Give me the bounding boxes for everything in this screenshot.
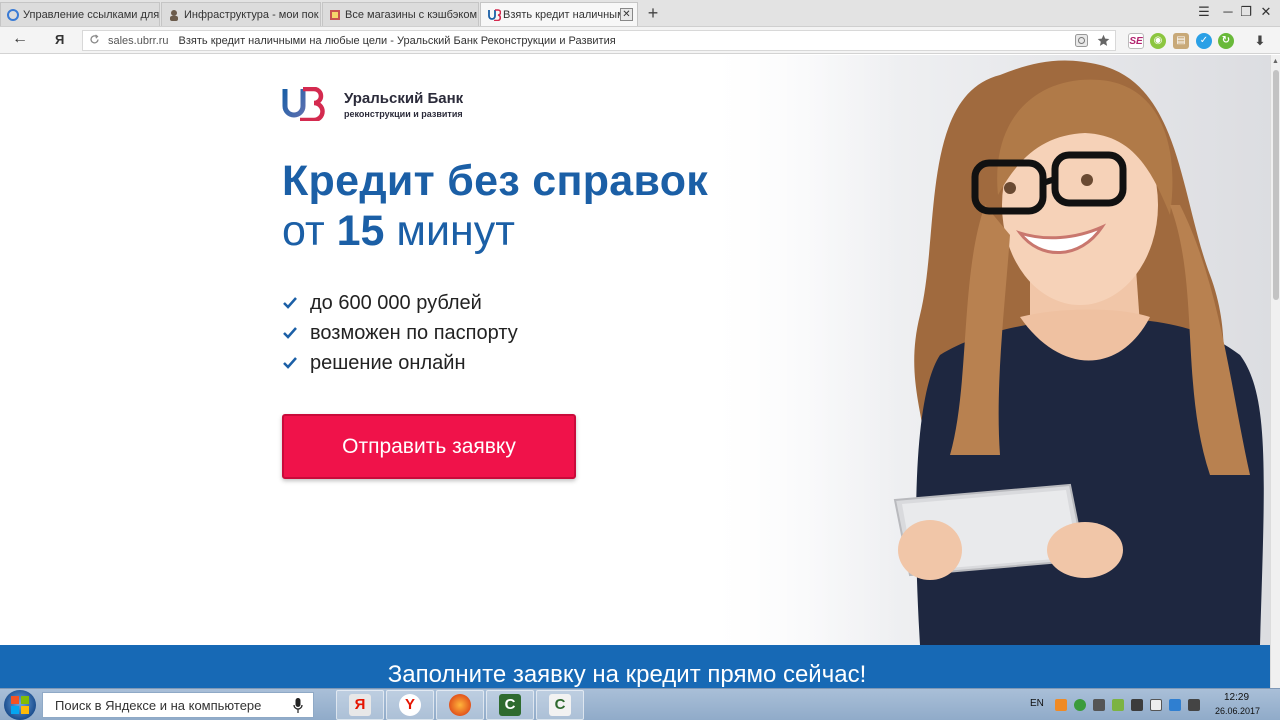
scrollbar-thumb[interactable] — [1273, 70, 1279, 300]
hero-fade — [700, 55, 900, 645]
windows-taskbar: Поиск в Яндексе и на компьютере Я Y C C … — [0, 688, 1280, 720]
feature-text: возможен по паспорту — [310, 321, 518, 344]
notes-extension-icon[interactable]: ▤ — [1173, 33, 1189, 49]
address-bar[interactable]: sales.ubrr.ru Взять кредит наличными на … — [82, 30, 1116, 51]
check-extension-icon[interactable]: ✓ — [1196, 33, 1212, 49]
application-band-title: Заполните заявку на кредит прямо сейчас! — [387, 661, 867, 688]
scroll-up-icon[interactable]: ▲ — [1272, 58, 1279, 65]
tab-label: Инфраструктура - мои пок — [184, 8, 319, 21]
windows-logo-icon — [11, 696, 29, 714]
yandex-icon: Я — [349, 694, 371, 716]
tab-label: Взять кредит наличными — [503, 8, 631, 21]
feature-list: до 600 000 рублей возможен по паспорту р… — [282, 288, 518, 378]
feature-item: возможен по паспорту — [282, 318, 518, 348]
start-button[interactable] — [4, 690, 36, 720]
tray-sync-icon[interactable] — [1074, 699, 1086, 711]
taskbar-yandex-browser[interactable]: Y — [386, 690, 434, 720]
bank-logo[interactable]: Уральский Банк реконструкции и развития — [282, 85, 492, 125]
translate-icon[interactable] — [1075, 34, 1089, 48]
tray-android-icon[interactable] — [1112, 699, 1124, 711]
submit-application-button[interactable]: Отправить заявку — [282, 414, 576, 479]
close-tab-icon[interactable]: ✕ — [620, 8, 633, 21]
menu-icon[interactable]: ☰ — [1194, 4, 1214, 20]
headline-prefix: от — [282, 207, 337, 255]
checkmark-icon — [283, 357, 297, 369]
feature-item: до 600 000 рублей — [282, 288, 518, 318]
user-icon — [168, 9, 180, 21]
tab-1[interactable]: Управление ссылками для — [0, 2, 160, 26]
link-manager-icon — [7, 8, 19, 21]
ubrr-logo-icon — [282, 87, 325, 121]
close-window-icon[interactable]: ✕ — [1256, 4, 1276, 20]
seo-extension-icon[interactable]: SE — [1128, 33, 1144, 49]
restore-icon[interactable]: ❐ — [1236, 4, 1256, 20]
ubrr-favicon-icon — [487, 8, 502, 21]
minimize-icon[interactable]: ─ — [1218, 4, 1238, 19]
tab-2[interactable]: Инфраструктура - мои пок — [161, 2, 321, 26]
taskbar-camtasia-1[interactable]: C — [486, 690, 534, 720]
clock-time[interactable]: 12:29 — [1224, 692, 1249, 703]
checkmark-icon — [283, 327, 297, 339]
bank-name: Уральский Банк — [344, 90, 464, 107]
new-tab-button[interactable]: + — [644, 3, 662, 23]
taskbar-camtasia-2[interactable]: C — [536, 690, 584, 720]
headline-suffix: минут — [384, 207, 515, 255]
yandex-home-button[interactable]: Я — [55, 32, 64, 47]
tray-network-icon[interactable] — [1169, 699, 1181, 711]
hero-woman-image — [893, 60, 1264, 645]
clock-date[interactable]: 26.06.2017 — [1215, 706, 1260, 716]
taskbar-yandex-app[interactable]: Я — [336, 690, 384, 720]
refresh-extension-icon[interactable]: ↻ — [1218, 33, 1234, 49]
feature-text: решение онлайн — [310, 351, 466, 374]
taskbar-firefox[interactable] — [436, 690, 484, 720]
feature-item: решение онлайн — [282, 348, 518, 378]
headline-number: 15 — [336, 207, 385, 255]
checkmark-icon — [283, 297, 297, 309]
camtasia-icon: C — [499, 694, 521, 716]
page-scrollbar[interactable]: ▲ — [1270, 55, 1280, 688]
bank-subtitle: реконструкции и развития — [344, 109, 463, 119]
microphone-icon[interactable] — [293, 698, 303, 713]
firefox-icon — [449, 694, 471, 716]
browser-nav-bar: ← Я sales.ubrr.ru Взять кредит наличными… — [0, 27, 1280, 54]
yandex-browser-icon: Y — [399, 694, 421, 716]
tab-4-active[interactable]: Взять кредит наличными ✕ — [480, 2, 638, 26]
tab-3[interactable]: Все магазины с кэшбэком - — [322, 2, 479, 26]
tray-volume-icon[interactable] — [1188, 699, 1200, 711]
web-page: Уральский Банк реконструкции и развития … — [0, 55, 1270, 688]
page-title: Взять кредит наличными на любые цели - У… — [178, 34, 616, 47]
tab-label: Управление ссылками для — [23, 8, 159, 21]
download-icon[interactable]: ⬇ — [1252, 33, 1268, 49]
browser-tab-bar: Управление ссылками для Инфраструктура -… — [0, 0, 1280, 27]
tray-device-icon[interactable] — [1131, 699, 1143, 711]
url-domain: sales.ubrr.ru — [108, 34, 169, 47]
shop-icon — [329, 9, 341, 21]
search-placeholder: Поиск в Яндексе и на компьютере — [55, 697, 262, 713]
green-extension-icon[interactable]: ◉ — [1150, 33, 1166, 49]
tray-speaker-icon[interactable] — [1093, 699, 1105, 711]
back-button[interactable]: ← — [12, 30, 28, 48]
bookmark-star-icon[interactable] — [1097, 34, 1111, 48]
camtasia-recorder-icon: C — [549, 694, 571, 716]
headline-line-1: Кредит без справок — [282, 157, 709, 205]
tab-label: Все магазины с кэшбэком - — [345, 8, 478, 21]
reload-icon[interactable] — [89, 34, 100, 48]
headline-line-2: от 15 минут — [282, 207, 515, 256]
taskbar-search-input[interactable]: Поиск в Яндексе и на компьютере — [42, 692, 314, 718]
feature-text: до 600 000 рублей — [310, 291, 482, 314]
tray-app-icon[interactable] — [1055, 699, 1067, 711]
tray-clipboard-icon[interactable] — [1150, 699, 1162, 711]
language-indicator[interactable]: EN — [1030, 698, 1044, 709]
